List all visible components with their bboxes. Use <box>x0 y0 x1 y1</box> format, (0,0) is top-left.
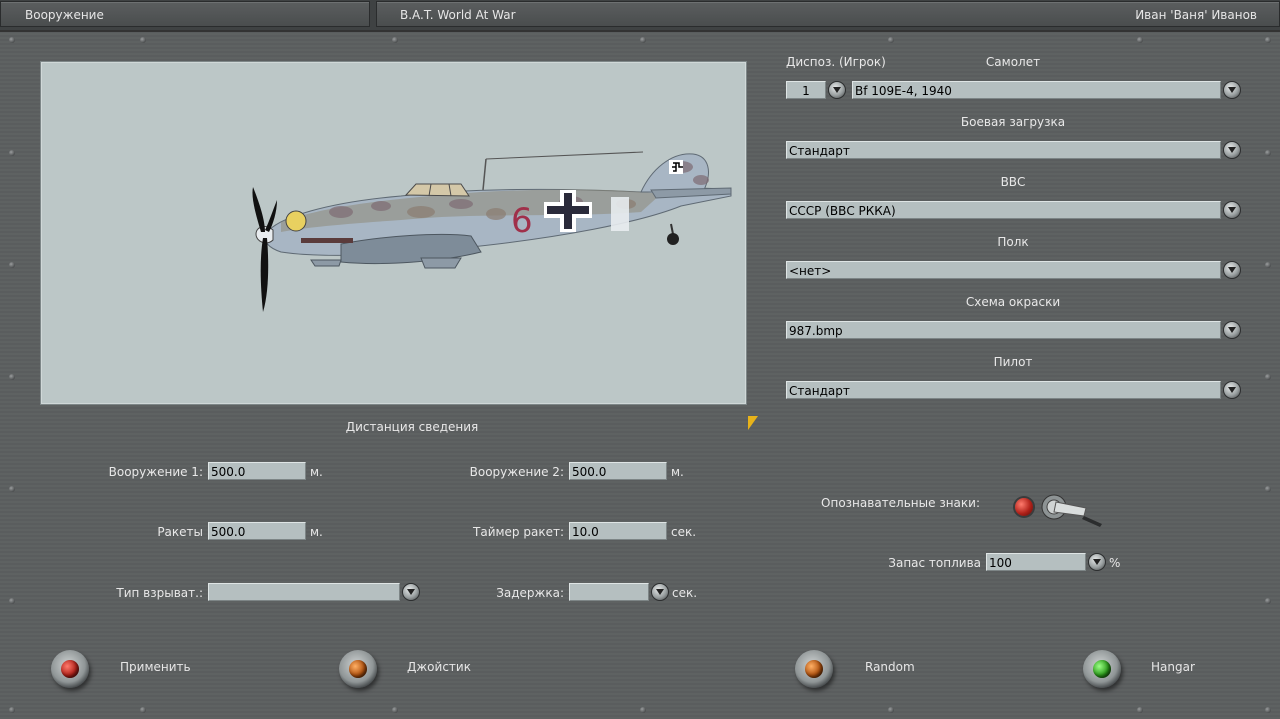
weapon2-field[interactable]: 500.0 <box>569 462 667 480</box>
fuel-field[interactable]: 100 <box>986 553 1086 571</box>
section-title: Вооружение <box>0 1 370 27</box>
rivet-icon <box>9 37 15 43</box>
random-label[interactable]: Random <box>865 660 915 674</box>
app-title: B.A.T. World At War <box>400 8 516 22</box>
weapon1-label: Вооружение 1: <box>108 465 203 479</box>
random-button[interactable] <box>795 650 833 688</box>
rivet-icon <box>1265 374 1271 380</box>
rivet-icon <box>888 707 894 713</box>
fuze-label: Тип взрыват.: <box>116 586 203 600</box>
rivet-icon <box>9 262 15 268</box>
apply-label[interactable]: Применить <box>120 660 191 674</box>
convergence-title: Дистанция сведения <box>345 420 479 434</box>
rivet-icon <box>640 37 646 43</box>
dispos-dropdown-icon[interactable] <box>828 81 846 99</box>
rivet-icon <box>140 37 146 43</box>
pilot-label: Пилот <box>993 355 1033 369</box>
rocket-timer-label: Таймер ракет: <box>473 525 564 539</box>
aircraft-label: Самолет <box>985 55 1041 69</box>
orange-lamp-icon <box>349 660 367 678</box>
hangar-button[interactable] <box>1083 650 1121 688</box>
delay-label: Задержка: <box>496 586 564 600</box>
weapon2-label: Вооружение 2: <box>469 465 564 479</box>
app-title-bar: B.A.T. World At War Иван 'Ваня' Иванов <box>376 1 1280 27</box>
green-lamp-icon <box>1093 660 1111 678</box>
markings-lamp-icon <box>1015 498 1033 516</box>
regiment-dropdown-icon[interactable] <box>1223 261 1241 279</box>
svg-text:6: 6 <box>511 201 533 241</box>
rivet-icon <box>140 707 146 713</box>
rockets-field[interactable]: 500.0 <box>208 522 306 540</box>
rivet-icon <box>1137 37 1143 43</box>
rivet-icon <box>1265 37 1271 43</box>
markings-label: Опознавательные знаки: <box>821 496 980 510</box>
rivet-icon <box>1265 150 1271 156</box>
rivet-icon <box>9 150 15 156</box>
rivet-icon <box>9 707 15 713</box>
aircraft-field[interactable]: Bf 109E-4, 1940 <box>852 81 1221 99</box>
loadout-dropdown-icon[interactable] <box>1223 141 1241 159</box>
aircraft-preview: 6 <box>40 61 747 405</box>
rivet-icon <box>1265 598 1271 604</box>
user-name: Иван 'Ваня' Иванов <box>1135 8 1257 22</box>
regiment-field[interactable]: <нет> <box>786 261 1221 279</box>
skin-field[interactable]: 987.bmp <box>786 321 1221 339</box>
rivet-icon <box>392 37 398 43</box>
dispos-field[interactable]: 1 <box>786 81 826 99</box>
skin-label: Схема окраски <box>965 295 1061 309</box>
markings-toggle-switch[interactable] <box>1040 492 1110 530</box>
skin-dropdown-icon[interactable] <box>1223 321 1241 339</box>
title-bar: Вооружение B.A.T. World At War Иван 'Ван… <box>0 0 1280 30</box>
weapon2-unit: м. <box>671 465 684 479</box>
rivet-icon <box>9 486 15 492</box>
apply-button[interactable] <box>51 650 89 688</box>
fuel-unit: % <box>1109 556 1121 570</box>
fuze-dropdown-icon[interactable] <box>402 583 420 601</box>
pilot-dropdown-icon[interactable] <box>1223 381 1241 399</box>
rivet-icon <box>9 598 15 604</box>
airforce-field[interactable]: СССР (ВВС РККА) <box>786 201 1221 219</box>
fuze-field[interactable] <box>208 583 400 601</box>
weapon1-unit: м. <box>310 465 323 479</box>
rivet-icon <box>1265 707 1271 713</box>
loadout-label: Боевая загрузка <box>960 115 1066 129</box>
rivet-icon <box>888 37 894 43</box>
orange-lamp-icon <box>805 660 823 678</box>
airforce-dropdown-icon[interactable] <box>1223 201 1241 219</box>
fuel-dropdown-icon[interactable] <box>1088 553 1106 571</box>
rivet-icon <box>1137 707 1143 713</box>
rivet-icon <box>1265 262 1271 268</box>
delay-unit: сек. <box>672 586 698 600</box>
joystick-button[interactable] <box>339 650 377 688</box>
mouse-cursor-icon <box>748 416 758 430</box>
rivet-icon <box>9 374 15 380</box>
aircraft-dropdown-icon[interactable] <box>1223 81 1241 99</box>
rivet-icon <box>392 707 398 713</box>
rockets-label: Ракеты <box>157 525 203 539</box>
hangar-label[interactable]: Hangar <box>1151 660 1195 674</box>
joystick-label[interactable]: Джойстик <box>407 660 471 674</box>
rivet-icon <box>1265 486 1271 492</box>
rocket-timer-field[interactable]: 10.0 <box>569 522 667 540</box>
airforce-label: ВВС <box>1000 175 1026 189</box>
pilot-field[interactable]: Стандарт <box>786 381 1221 399</box>
delay-field[interactable] <box>569 583 649 601</box>
aircraft-icon: 6 <box>252 151 732 312</box>
weapon1-field[interactable]: 500.0 <box>208 462 306 480</box>
fuel-label: Запас топлива <box>888 556 981 570</box>
red-lamp-icon <box>61 660 79 678</box>
rocket-timer-unit: сек. <box>671 525 697 539</box>
loadout-field[interactable]: Стандарт <box>786 141 1221 159</box>
rivet-icon <box>640 707 646 713</box>
rockets-unit: м. <box>310 525 323 539</box>
delay-dropdown-icon[interactable] <box>651 583 669 601</box>
regiment-label: Полк <box>997 235 1029 249</box>
